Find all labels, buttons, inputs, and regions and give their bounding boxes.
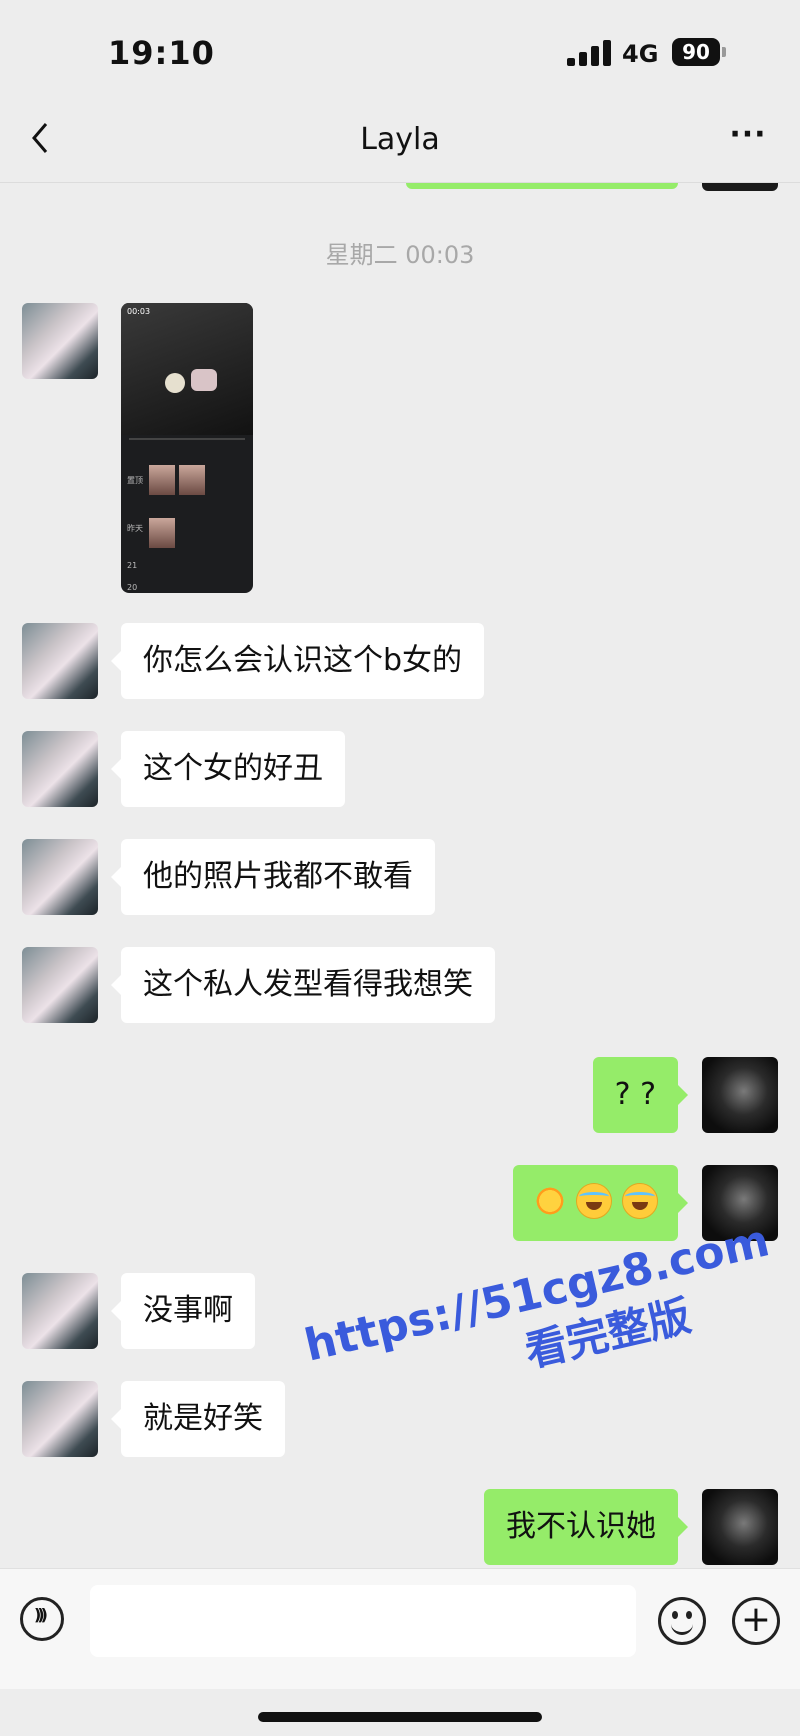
thumb-photo [149,518,175,548]
battery-icon: 90 [672,38,720,66]
thumb-object [191,369,217,391]
previous-bubble-edge [406,183,678,189]
chat-title: Layla [360,122,440,157]
contact-avatar[interactable] [22,731,98,807]
contact-avatar[interactable] [22,303,98,379]
voice-icon[interactable] [20,1597,64,1641]
message-input[interactable] [90,1585,636,1657]
thumb-label: 20 [127,583,138,592]
laughing-crying-icon [576,1182,613,1219]
contact-avatar[interactable] [22,1381,98,1457]
battery-tip [722,47,726,57]
laughing-crying-icon [622,1182,658,1219]
incoming-message[interactable]: 这个私人发型看得我想笑 [111,947,495,1023]
contact-avatar[interactable] [22,839,98,915]
previous-avatar-edge [702,183,778,191]
status-bar: 19:10 4G 90 [0,0,800,100]
my-avatar[interactable] [702,1489,778,1565]
incoming-message[interactable]: 没事啊 [111,1273,255,1349]
thumb-time: 00:03 [127,307,151,316]
signal-icon [567,40,611,66]
emoji-icon[interactable] [658,1597,706,1645]
image-message-preview [121,303,253,435]
contact-avatar[interactable] [22,623,98,699]
thumb-photo [179,465,205,495]
thumb-divider [129,438,245,440]
sun-icon [532,1183,567,1218]
plus-icon[interactable]: + [732,1597,780,1645]
input-bar: + [0,1568,800,1689]
incoming-message[interactable]: 这个女的好丑 [111,731,345,807]
status-time: 19:10 [108,34,215,72]
image-message[interactable]: 00:03 置顶 昨天 21 20 [121,303,253,593]
outgoing-message[interactable]: 我不认识她 [484,1489,688,1565]
thumb-photo [149,465,175,495]
chat-timestamp: 星期二 00:03 [325,241,475,269]
outgoing-emoji-message[interactable] [512,1165,689,1241]
thumb-object [165,373,185,393]
incoming-message[interactable]: 他的照片我都不敢看 [111,839,435,915]
contact-avatar[interactable] [22,947,98,1023]
thumb-label: 置顶 [127,476,143,485]
thumb-label: 昨天 [127,524,143,533]
outgoing-message[interactable]: ? ? [592,1057,689,1133]
incoming-message[interactable]: 你怎么会认识这个b女的 [110,623,485,699]
incoming-message[interactable]: 就是好笑 [111,1381,285,1457]
contact-avatar[interactable] [22,1273,98,1349]
network-label: 4G [622,40,659,68]
nav-bar: Layla ··· [0,100,800,183]
more-icon[interactable]: ··· [726,120,770,160]
my-avatar[interactable] [702,1057,778,1133]
thumb-label: 21 [127,561,138,570]
home-indicator[interactable] [258,1712,542,1722]
